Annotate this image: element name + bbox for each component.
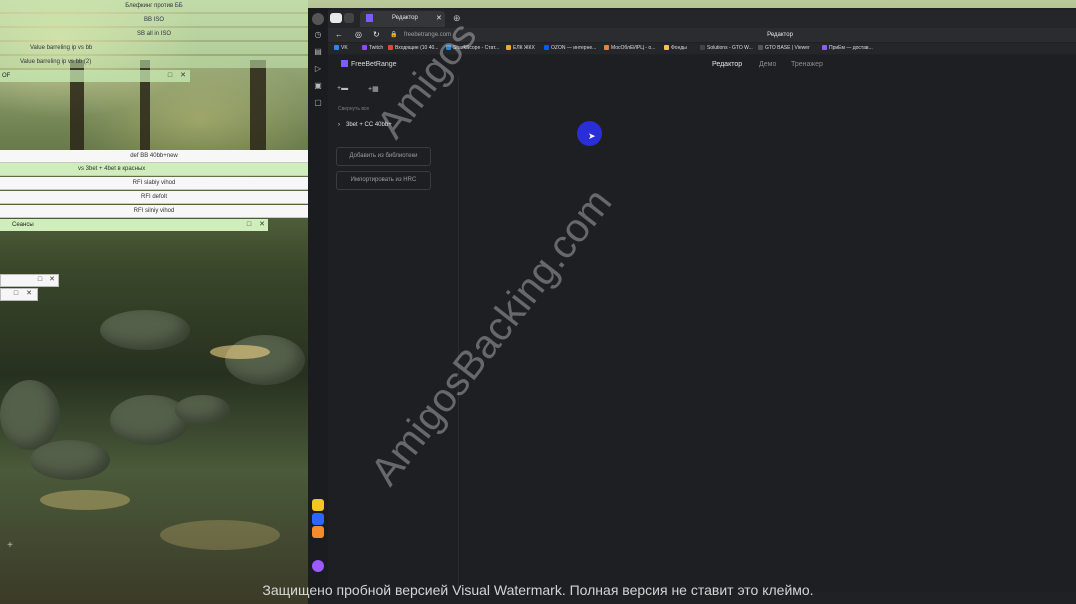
rock [225, 335, 305, 385]
app-shortcut-icon[interactable] [312, 513, 324, 525]
window-titlebar[interactable]: OF □ ✕ [0, 70, 190, 82]
window-title: OF [2, 73, 11, 79]
reload-icon[interactable]: ↻ [373, 30, 380, 39]
range-list-item[interactable]: BB ISO [0, 14, 308, 26]
close-icon[interactable]: ✕ [24, 288, 34, 300]
bookmark-favicon-icon [604, 45, 609, 50]
assistant-icon[interactable] [312, 560, 324, 572]
bookmark-item[interactable]: GTO BASE | Viewer [758, 45, 810, 51]
bookmark-label: ПриЕм — достав... [829, 45, 873, 51]
app-shortcut-icon[interactable] [312, 499, 324, 511]
workspace-icon[interactable] [330, 13, 342, 23]
bookmark-label: МосОблЕИРЦ - о... [611, 45, 656, 51]
bookmark-favicon-icon [506, 45, 511, 50]
sunlight-patch [40, 490, 130, 510]
range-list-item[interactable]: RFI silniy vihod [0, 205, 308, 218]
app-shortcut-icon[interactable] [312, 526, 324, 538]
range-list-item[interactable]: RFI slabiy vihod [0, 177, 308, 190]
bookmark-label: Фонды [671, 45, 687, 51]
bookmark-item[interactable]: МосОблЕИРЦ - о... [604, 45, 655, 51]
play-icon[interactable]: ▷ [312, 63, 324, 75]
window-title: Сеансы [12, 222, 34, 228]
mini-window[interactable]: □ ✕ [0, 274, 59, 287]
range-list-item[interactable]: SB all in ISO [0, 28, 308, 40]
import-hrc-button[interactable]: Импортировать из HRC [336, 171, 431, 190]
trial-notice: Защищено пробной версией Visual Watermar… [262, 582, 814, 598]
rock [175, 395, 230, 425]
bookmark-label: OZON — интерне... [551, 45, 597, 51]
maximize-icon[interactable]: □ [244, 219, 254, 231]
mini-window[interactable]: □ ✕ [0, 288, 38, 301]
tab-menu-icon[interactable] [344, 13, 354, 23]
profile-avatar-icon[interactable] [312, 13, 324, 25]
bookmark-label: ЕЛК ЖКХ [513, 45, 535, 51]
range-list-item[interactable]: Value barreling ip vs bb (2) [0, 56, 308, 68]
bookmark-favicon-icon [334, 45, 339, 50]
close-icon[interactable]: ✕ [178, 70, 188, 82]
site-favicon-icon [366, 14, 373, 22]
notes-icon[interactable]: ▢ [312, 97, 324, 109]
bookmark-favicon-icon [664, 45, 669, 50]
window-titlebar[interactable]: Сеансы □ ✕ [0, 219, 268, 231]
range-list-item[interactable]: def BB 40bb+new [0, 150, 308, 163]
bookmark-item[interactable]: ЕЛК ЖКХ [506, 45, 535, 51]
bookmark-favicon-icon [758, 45, 763, 50]
range-list-item[interactable]: vs 3bet + 4bet в красных [0, 163, 308, 176]
nav-editor[interactable]: Редактор [712, 61, 742, 68]
sunlight-patch [160, 520, 280, 550]
range-list-item[interactable]: Value barreling ip vs bb [0, 42, 308, 54]
wallet-icon[interactable]: ▣ [312, 80, 324, 92]
new-grid-icon[interactable]: +▦ [368, 85, 379, 93]
rock [30, 440, 110, 480]
back-icon[interactable]: ← [335, 30, 343, 39]
bookmark-label: Solutions - GTO W... [707, 45, 753, 51]
mouse-cursor-icon: ➤ [588, 131, 596, 141]
collapse-all-link[interactable]: Свернуть все [338, 106, 369, 112]
translate-icon[interactable]: ◎ [355, 30, 362, 39]
bookmark-favicon-icon [362, 45, 367, 50]
close-icon[interactable]: ✕ [47, 274, 57, 286]
nav-trainer[interactable]: Тренажер [791, 61, 823, 68]
app-logo[interactable]: FreeBetRange [341, 60, 397, 68]
collections-icon[interactable]: ▤ [312, 46, 324, 58]
tab-title: Редактор [392, 15, 418, 21]
add-from-library-button[interactable]: Добавить из библиотеки [336, 147, 431, 166]
bookmark-item[interactable]: Twitch [362, 45, 383, 51]
bookmark-item[interactable]: VK [334, 45, 348, 51]
rock [0, 380, 60, 450]
bookmark-label: VK [341, 45, 348, 51]
chevron-right-icon: › [338, 122, 340, 128]
range-list-item[interactable]: RFI defolt [0, 191, 308, 204]
bookmark-favicon-icon [822, 45, 827, 50]
rock [100, 310, 190, 350]
new-folder-icon[interactable]: +▬ [337, 85, 348, 92]
bookmark-favicon-icon [700, 45, 705, 50]
maximize-icon[interactable]: □ [35, 274, 45, 286]
bookmark-item[interactable]: OZON — интерне... [544, 45, 596, 51]
bookmark-item[interactable]: Solutions - GTO W... [700, 45, 753, 51]
page-title: Редактор [767, 32, 793, 38]
maximize-icon[interactable]: □ [165, 70, 175, 82]
nav-demo[interactable]: Демо [759, 61, 776, 68]
close-tab-icon[interactable]: ✕ [436, 14, 442, 22]
bookmark-item[interactable]: Фонды [664, 45, 687, 51]
close-icon[interactable]: ✕ [257, 219, 267, 231]
bookmark-favicon-icon [388, 45, 393, 50]
maximize-icon[interactable]: □ [11, 288, 21, 300]
logo-text: FreeBetRange [351, 61, 397, 68]
history-icon[interactable]: ◷ [312, 29, 324, 41]
bookmark-item[interactable]: ПриЕм — достав... [822, 45, 873, 51]
lock-icon: 🔒 [390, 32, 398, 38]
bookmark-label: GTO BASE | Viewer [765, 45, 810, 51]
add-icon[interactable]: + [4, 540, 16, 552]
range-list-item[interactable]: Блефкинг против ББ [0, 0, 308, 12]
bookmark-label: Twitch [369, 45, 384, 51]
bookmark-favicon-icon [544, 45, 549, 50]
logo-icon [341, 60, 348, 67]
sunlight-patch [210, 345, 270, 359]
